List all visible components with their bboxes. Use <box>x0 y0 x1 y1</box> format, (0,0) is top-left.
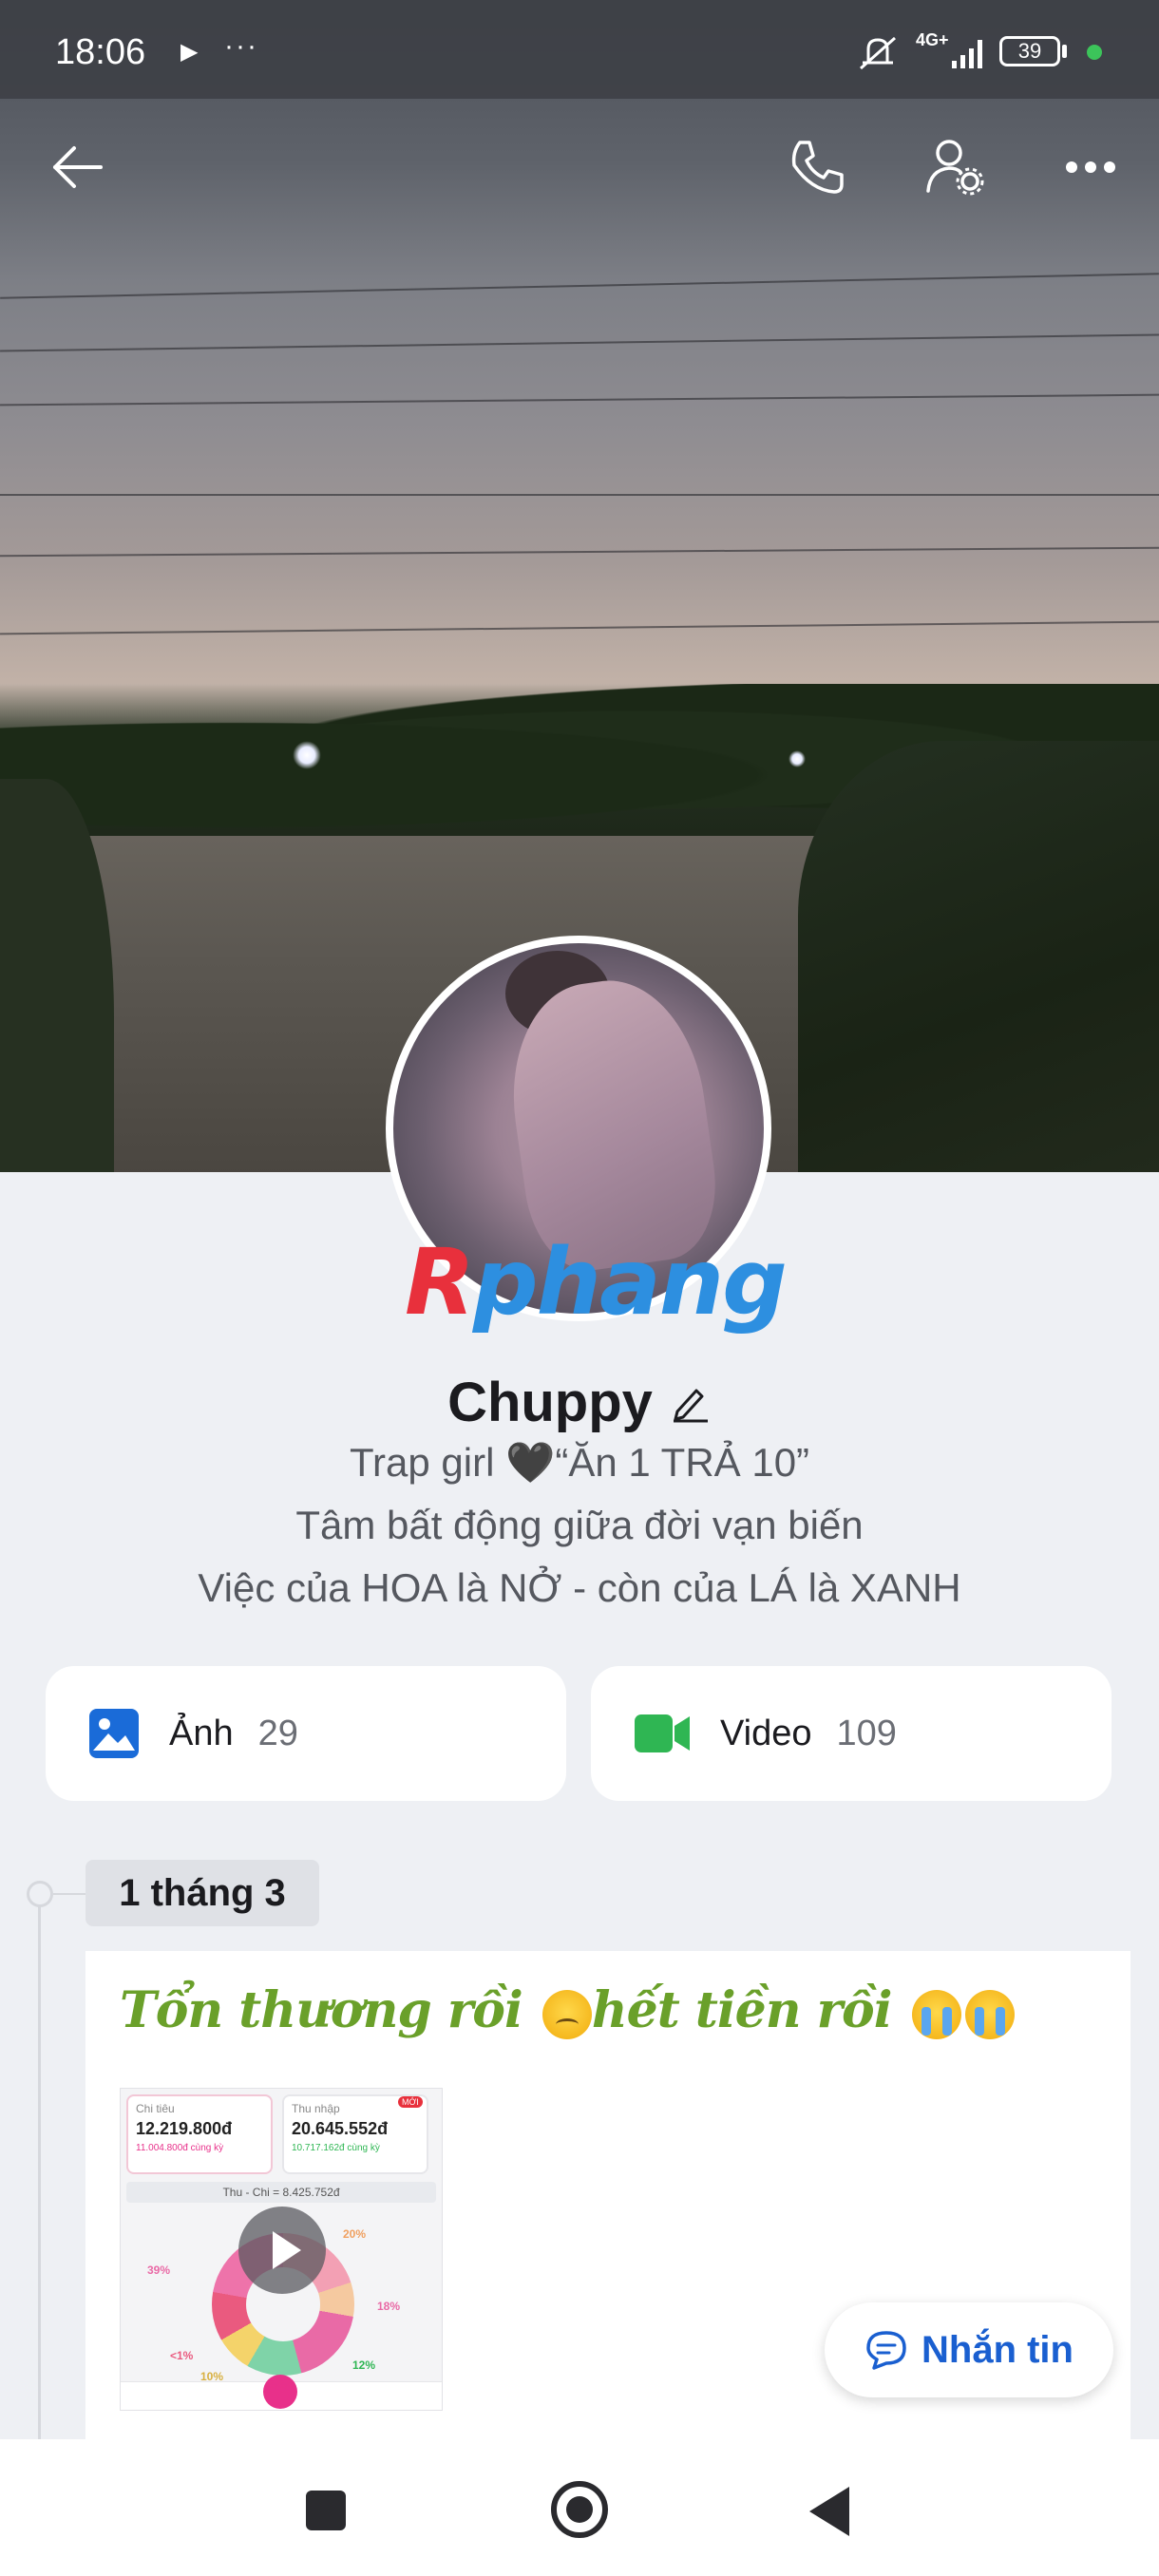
call-button[interactable] <box>779 129 855 205</box>
thumb-net-line: Thu - Chi = 8.425.752đ <box>126 2182 436 2203</box>
crying-face-emoji-icon <box>964 1989 1015 2039</box>
power-line <box>0 620 1159 635</box>
thumb-add-icon <box>263 2375 297 2409</box>
more-dots-icon: ··· <box>224 30 258 62</box>
post-text-part2: hết tiền rồi <box>591 1981 893 2039</box>
timeline-connector <box>53 1893 86 1895</box>
active-dot-icon <box>1087 45 1102 60</box>
thumb-spend-label: Chi tiêu <box>136 2102 175 2115</box>
watermark-first: R <box>405 1229 475 1335</box>
thumb-app-nav <box>121 2375 442 2410</box>
photos-label: Ảnh <box>169 1713 234 1753</box>
videos-label: Video <box>720 1713 812 1753</box>
crying-face-emoji-icon <box>911 1989 961 2039</box>
back-arrow-icon <box>53 146 103 188</box>
thumb-pct-5: 12% <box>352 2358 376 2372</box>
post-video-thumbnail[interactable]: Chi tiêu 12.219.800đ 11.004.800đ cùng kỳ… <box>120 2088 443 2411</box>
profile-name-row: Chuppy <box>0 1364 1159 1440</box>
profile-screen: 18:06 ▶ ··· 4G+ 39 Rphang Chuppy Trap gi… <box>0 0 1159 2576</box>
user-settings-icon <box>926 140 984 196</box>
post-text-part1: Tổn thương rồi <box>120 1981 523 2039</box>
message-button[interactable]: Nhắn tin <box>825 2302 1113 2397</box>
pleading-face-emoji-icon <box>542 1989 592 2039</box>
timeline-date: 1 tháng 3 <box>86 1860 319 1926</box>
thumb-income-prev: 10.717.162đ cùng kỳ <box>292 2143 380 2153</box>
thumb-pct-2: 39% <box>147 2263 171 2277</box>
timeline-line <box>38 1894 41 2464</box>
watermark-logo: Rphang <box>405 1235 788 1330</box>
play-icon: ▶ <box>180 39 199 65</box>
photos-count: 29 <box>257 1713 298 1753</box>
recents-square-icon[interactable] <box>306 2491 346 2530</box>
back-button[interactable] <box>40 129 116 205</box>
thumb-spend-box: Chi tiêu 12.219.800đ 11.004.800đ cùng kỳ <box>126 2094 273 2174</box>
network-label: 4G+ <box>916 30 949 49</box>
edit-pencil-icon[interactable] <box>670 1381 712 1423</box>
post-text: Tổn thương rồi hết tiền rồi <box>120 1981 1015 2039</box>
more-horizontal-icon <box>1066 161 1115 173</box>
power-line <box>0 333 1159 352</box>
message-button-label: Nhắn tin <box>922 2328 1074 2371</box>
status-time: 18:06 <box>55 32 146 72</box>
photos-card[interactable]: Ảnh 29 <box>46 1666 566 1801</box>
more-options-button[interactable] <box>1053 129 1129 205</box>
watermark-rest: phang <box>472 1229 788 1335</box>
profile-name: Chuppy <box>447 1371 653 1433</box>
bio-line-1: Trap girl 🖤“Ăn 1 TRẢ 10” <box>349 1440 810 1485</box>
battery-icon: 39 <box>999 36 1060 66</box>
profile-settings-button[interactable] <box>918 129 994 205</box>
thumb-new-badge: MỚI <box>398 2096 423 2108</box>
cover-light <box>293 741 321 769</box>
system-nav-bar <box>0 2439 1159 2576</box>
thumb-income-value: 20.645.552đ <box>292 2119 389 2138</box>
status-bar: 18:06 ▶ ··· 4G+ 39 <box>0 0 1159 99</box>
cover-light <box>788 750 806 767</box>
thumb-pct-4: <1% <box>170 2349 194 2362</box>
mute-icon <box>860 36 896 70</box>
play-video-icon[interactable] <box>238 2207 326 2294</box>
chat-bubble-icon <box>866 2331 906 2370</box>
bio-line-2: Tâm bất động giữa đời vạn biến <box>295 1503 864 1547</box>
power-line <box>0 393 1159 407</box>
cover-bank-right <box>798 741 1159 1172</box>
thumb-spend-value: 12.219.800đ <box>136 2119 233 2138</box>
phone-icon <box>791 141 844 194</box>
thumb-spend-prev: 11.004.800đ cùng kỳ <box>136 2143 224 2153</box>
back-triangle-icon[interactable] <box>809 2487 849 2536</box>
thumb-pct-3: 18% <box>377 2300 401 2313</box>
timeline-dot <box>27 1881 53 1907</box>
battery-tip <box>1062 45 1067 58</box>
videos-count: 109 <box>836 1713 897 1753</box>
signal-icon <box>952 40 982 68</box>
videos-card[interactable]: Video 109 <box>591 1666 1112 1801</box>
image-icon <box>89 1709 139 1758</box>
power-line <box>0 546 1159 558</box>
thumb-pct-1: 20% <box>343 2227 367 2241</box>
power-line <box>0 494 1159 496</box>
home-circle-icon[interactable] <box>551 2481 608 2538</box>
power-line <box>0 273 1159 299</box>
video-camera-icon <box>635 1714 690 1752</box>
bio-line-3: Việc của HOA là NỞ - còn của LÁ là XANH <box>198 1565 961 1610</box>
